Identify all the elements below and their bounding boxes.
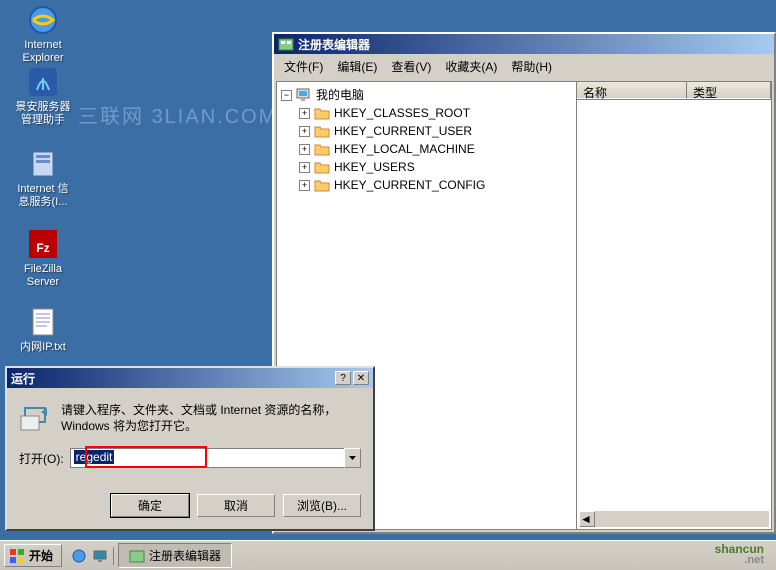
tree-label: HKEY_CLASSES_ROOT bbox=[334, 104, 470, 122]
menu-help[interactable]: 帮助(H) bbox=[505, 56, 558, 77]
run-title: 运行 bbox=[11, 370, 335, 387]
cancel-button[interactable]: 取消 bbox=[197, 494, 275, 517]
tree-label: HKEY_CURRENT_USER bbox=[334, 122, 472, 140]
tree-root-item[interactable]: − 我的电脑 bbox=[281, 86, 572, 104]
list-pane[interactable]: 名称 类型 ◄ bbox=[577, 82, 771, 529]
scroll-left-button[interactable]: ◄ bbox=[579, 511, 595, 527]
tree-children: + HKEY_CLASSES_ROOT + HKEY_CURRENT_USER + H… bbox=[299, 104, 572, 194]
quick-launch bbox=[66, 547, 114, 565]
icon-label: FileZillaServer bbox=[8, 263, 78, 289]
desktop-icon-ie[interactable]: InternetExplorer bbox=[8, 4, 78, 65]
desktop-icon-txt[interactable]: 内网IP.txt bbox=[8, 306, 78, 354]
expand-icon[interactable]: + bbox=[299, 108, 310, 119]
desktop-icon-filezilla[interactable]: Fz FileZillaServer bbox=[8, 228, 78, 289]
run-dialog: 运行 ? ✕ 请键入程序、文件夹、文档或 Internet 资源的名称，Wind… bbox=[5, 366, 375, 531]
regedit-task-icon bbox=[129, 548, 145, 564]
open-label: 打开(O): bbox=[19, 450, 64, 467]
notepad-icon bbox=[27, 306, 59, 338]
desktop-icon-iis[interactable]: Internet 信息服务(I... bbox=[8, 148, 78, 209]
horizontal-scrollbar[interactable]: ◄ bbox=[579, 511, 769, 527]
ie-icon bbox=[27, 4, 59, 36]
run-body: 请键入程序、文件夹、文档或 Internet 资源的名称，Windows 将为您… bbox=[7, 388, 373, 494]
computer-icon bbox=[296, 88, 312, 102]
tree-label: 我的电脑 bbox=[316, 86, 364, 104]
svg-text:Fz: Fz bbox=[36, 241, 49, 255]
tree-item[interactable]: + HKEY_LOCAL_MACHINE bbox=[299, 140, 572, 158]
windows-logo-icon bbox=[9, 548, 25, 564]
col-type[interactable]: 类型 bbox=[687, 82, 771, 99]
server-icon bbox=[27, 148, 59, 180]
expand-icon[interactable]: + bbox=[299, 144, 310, 155]
watermark: 三联网 3LIAN.COM bbox=[78, 100, 277, 129]
expand-icon[interactable]: + bbox=[299, 180, 310, 191]
brand-watermark: shancun.net bbox=[715, 537, 764, 566]
filezilla-icon: Fz bbox=[27, 228, 59, 260]
icon-label: Internet 信息服务(I... bbox=[8, 183, 78, 209]
tree-label: HKEY_CURRENT_CONFIG bbox=[334, 176, 485, 194]
ql-ie-icon[interactable] bbox=[70, 547, 88, 565]
icon-label: 内网IP.txt bbox=[8, 341, 78, 354]
open-input[interactable] bbox=[70, 448, 344, 468]
menu-edit[interactable]: 编辑(E) bbox=[331, 56, 383, 77]
desktop-icon-jingan[interactable]: 景安服务器管理助手 bbox=[8, 66, 78, 127]
help-button[interactable]: ? bbox=[335, 371, 351, 385]
icon-label: InternetExplorer bbox=[8, 39, 78, 65]
tree-item[interactable]: + HKEY_CLASSES_ROOT bbox=[299, 104, 572, 122]
tree-item[interactable]: + HKEY_CURRENT_USER bbox=[299, 122, 572, 140]
ok-button[interactable]: 确定 bbox=[111, 494, 189, 517]
icon-label: 景安服务器管理助手 bbox=[8, 101, 78, 127]
regedit-titlebar[interactable]: 注册表编辑器 bbox=[274, 34, 774, 54]
run-description: 请键入程序、文件夹、文档或 Internet 资源的名称，Windows 将为您… bbox=[61, 402, 361, 434]
tree-item[interactable]: + HKEY_CURRENT_CONFIG bbox=[299, 176, 572, 194]
menu-file[interactable]: 文件(F) bbox=[278, 56, 329, 77]
task-regedit[interactable]: 注册表编辑器 bbox=[118, 543, 232, 568]
expand-icon[interactable]: + bbox=[299, 162, 310, 173]
regedit-icon bbox=[278, 36, 294, 52]
start-button[interactable]: 开始 bbox=[4, 544, 62, 567]
leaf-icon bbox=[27, 66, 59, 98]
folder-icon bbox=[314, 178, 330, 192]
folder-icon bbox=[314, 160, 330, 174]
task-label: 注册表编辑器 bbox=[149, 547, 221, 564]
start-label: 开始 bbox=[29, 547, 53, 564]
folder-icon bbox=[314, 124, 330, 138]
dropdown-button[interactable] bbox=[344, 448, 361, 468]
collapse-icon[interactable]: − bbox=[281, 90, 292, 101]
browse-button[interactable]: 浏览(B)... bbox=[283, 494, 361, 517]
ql-desktop-icon[interactable] bbox=[91, 547, 109, 565]
tree-item[interactable]: + HKEY_USERS bbox=[299, 158, 572, 176]
regedit-menubar: 文件(F) 编辑(E) 查看(V) 收藏夹(A) 帮助(H) bbox=[274, 54, 774, 79]
tree-label: HKEY_USERS bbox=[334, 158, 415, 176]
tree-label: HKEY_LOCAL_MACHINE bbox=[334, 140, 475, 158]
list-header: 名称 类型 bbox=[577, 82, 771, 100]
folder-icon bbox=[314, 106, 330, 120]
regedit-title: 注册表编辑器 bbox=[298, 36, 770, 53]
taskbar: 开始 注册表编辑器 shancun.net bbox=[0, 540, 776, 570]
expand-icon[interactable]: + bbox=[299, 126, 310, 137]
run-icon bbox=[19, 402, 51, 434]
folder-icon bbox=[314, 142, 330, 156]
col-name[interactable]: 名称 bbox=[577, 82, 687, 99]
close-button[interactable]: ✕ bbox=[353, 371, 369, 385]
menu-view[interactable]: 查看(V) bbox=[385, 56, 437, 77]
open-combobox[interactable]: regedit bbox=[70, 448, 361, 468]
run-buttons: 确定 取消 浏览(B)... bbox=[7, 494, 373, 529]
menu-favorites[interactable]: 收藏夹(A) bbox=[439, 56, 503, 77]
run-titlebar[interactable]: 运行 ? ✕ bbox=[7, 368, 373, 388]
